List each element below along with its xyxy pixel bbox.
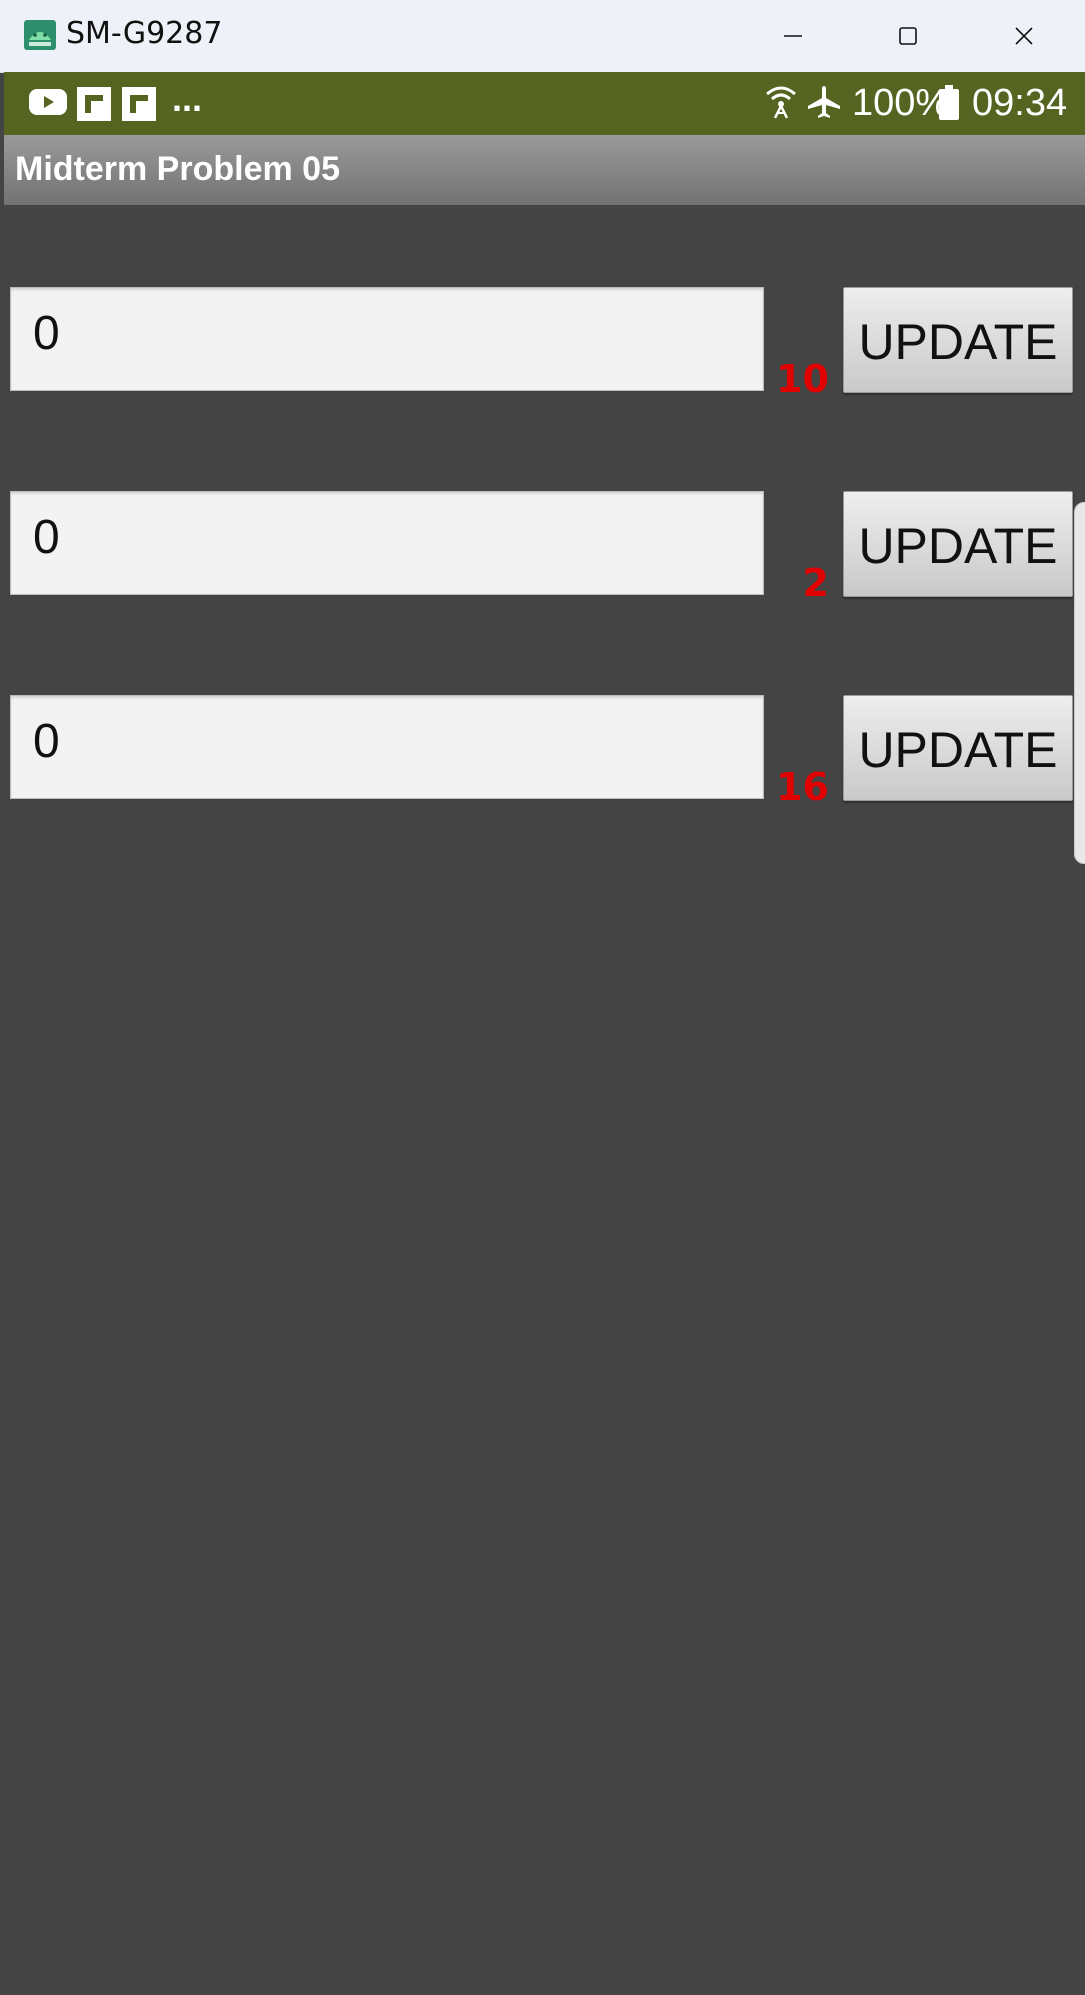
status-bar: ... 100% 09:34 (4, 72, 1085, 135)
value-input[interactable]: 0 (10, 491, 764, 595)
click-count: 10 (776, 357, 829, 401)
counter-row-2: 0 2 UPDATE (0, 491, 1085, 605)
emulator-window: SM-G9287 ... 100% 09:34 Midterm Problem … (0, 0, 1085, 1995)
youtube-icon (28, 87, 68, 122)
status-time: 09:34 (972, 82, 1068, 124)
click-count: 2 (802, 561, 829, 605)
battery-icon (938, 85, 960, 126)
update-button[interactable]: UPDATE (843, 491, 1073, 597)
click-count: 16 (776, 765, 829, 809)
counter-row-1: 0 10 UPDATE (0, 287, 1085, 401)
android-icon (24, 20, 56, 50)
minimize-button[interactable] (735, 0, 851, 72)
emulator-side-handle[interactable] (1074, 502, 1085, 864)
flipboard-icon (122, 87, 156, 126)
window-titlebar[interactable]: SM-G9287 (0, 0, 1085, 73)
update-button[interactable]: UPDATE (843, 695, 1073, 801)
flipboard-icon (77, 87, 111, 126)
page-title: Midterm Problem 05 (15, 150, 340, 188)
value-input[interactable]: 0 (10, 287, 764, 391)
window-title: SM-G9287 (66, 16, 223, 51)
update-button[interactable]: UPDATE (843, 287, 1073, 393)
battery-percentage: 100% (852, 82, 950, 124)
more-notifications: ... (172, 78, 203, 119)
value-input[interactable]: 0 (10, 695, 764, 799)
close-button[interactable] (966, 0, 1082, 72)
maximize-icon (899, 27, 917, 45)
action-bar: Midterm Problem 05 (4, 135, 1085, 205)
wifi-calling-icon (764, 84, 798, 125)
counter-row-3: 0 16 UPDATE (0, 695, 1085, 809)
maximize-button[interactable] (850, 0, 966, 72)
airplane-mode-icon (806, 84, 842, 125)
close-icon (1015, 27, 1033, 45)
minimize-icon (784, 35, 802, 37)
